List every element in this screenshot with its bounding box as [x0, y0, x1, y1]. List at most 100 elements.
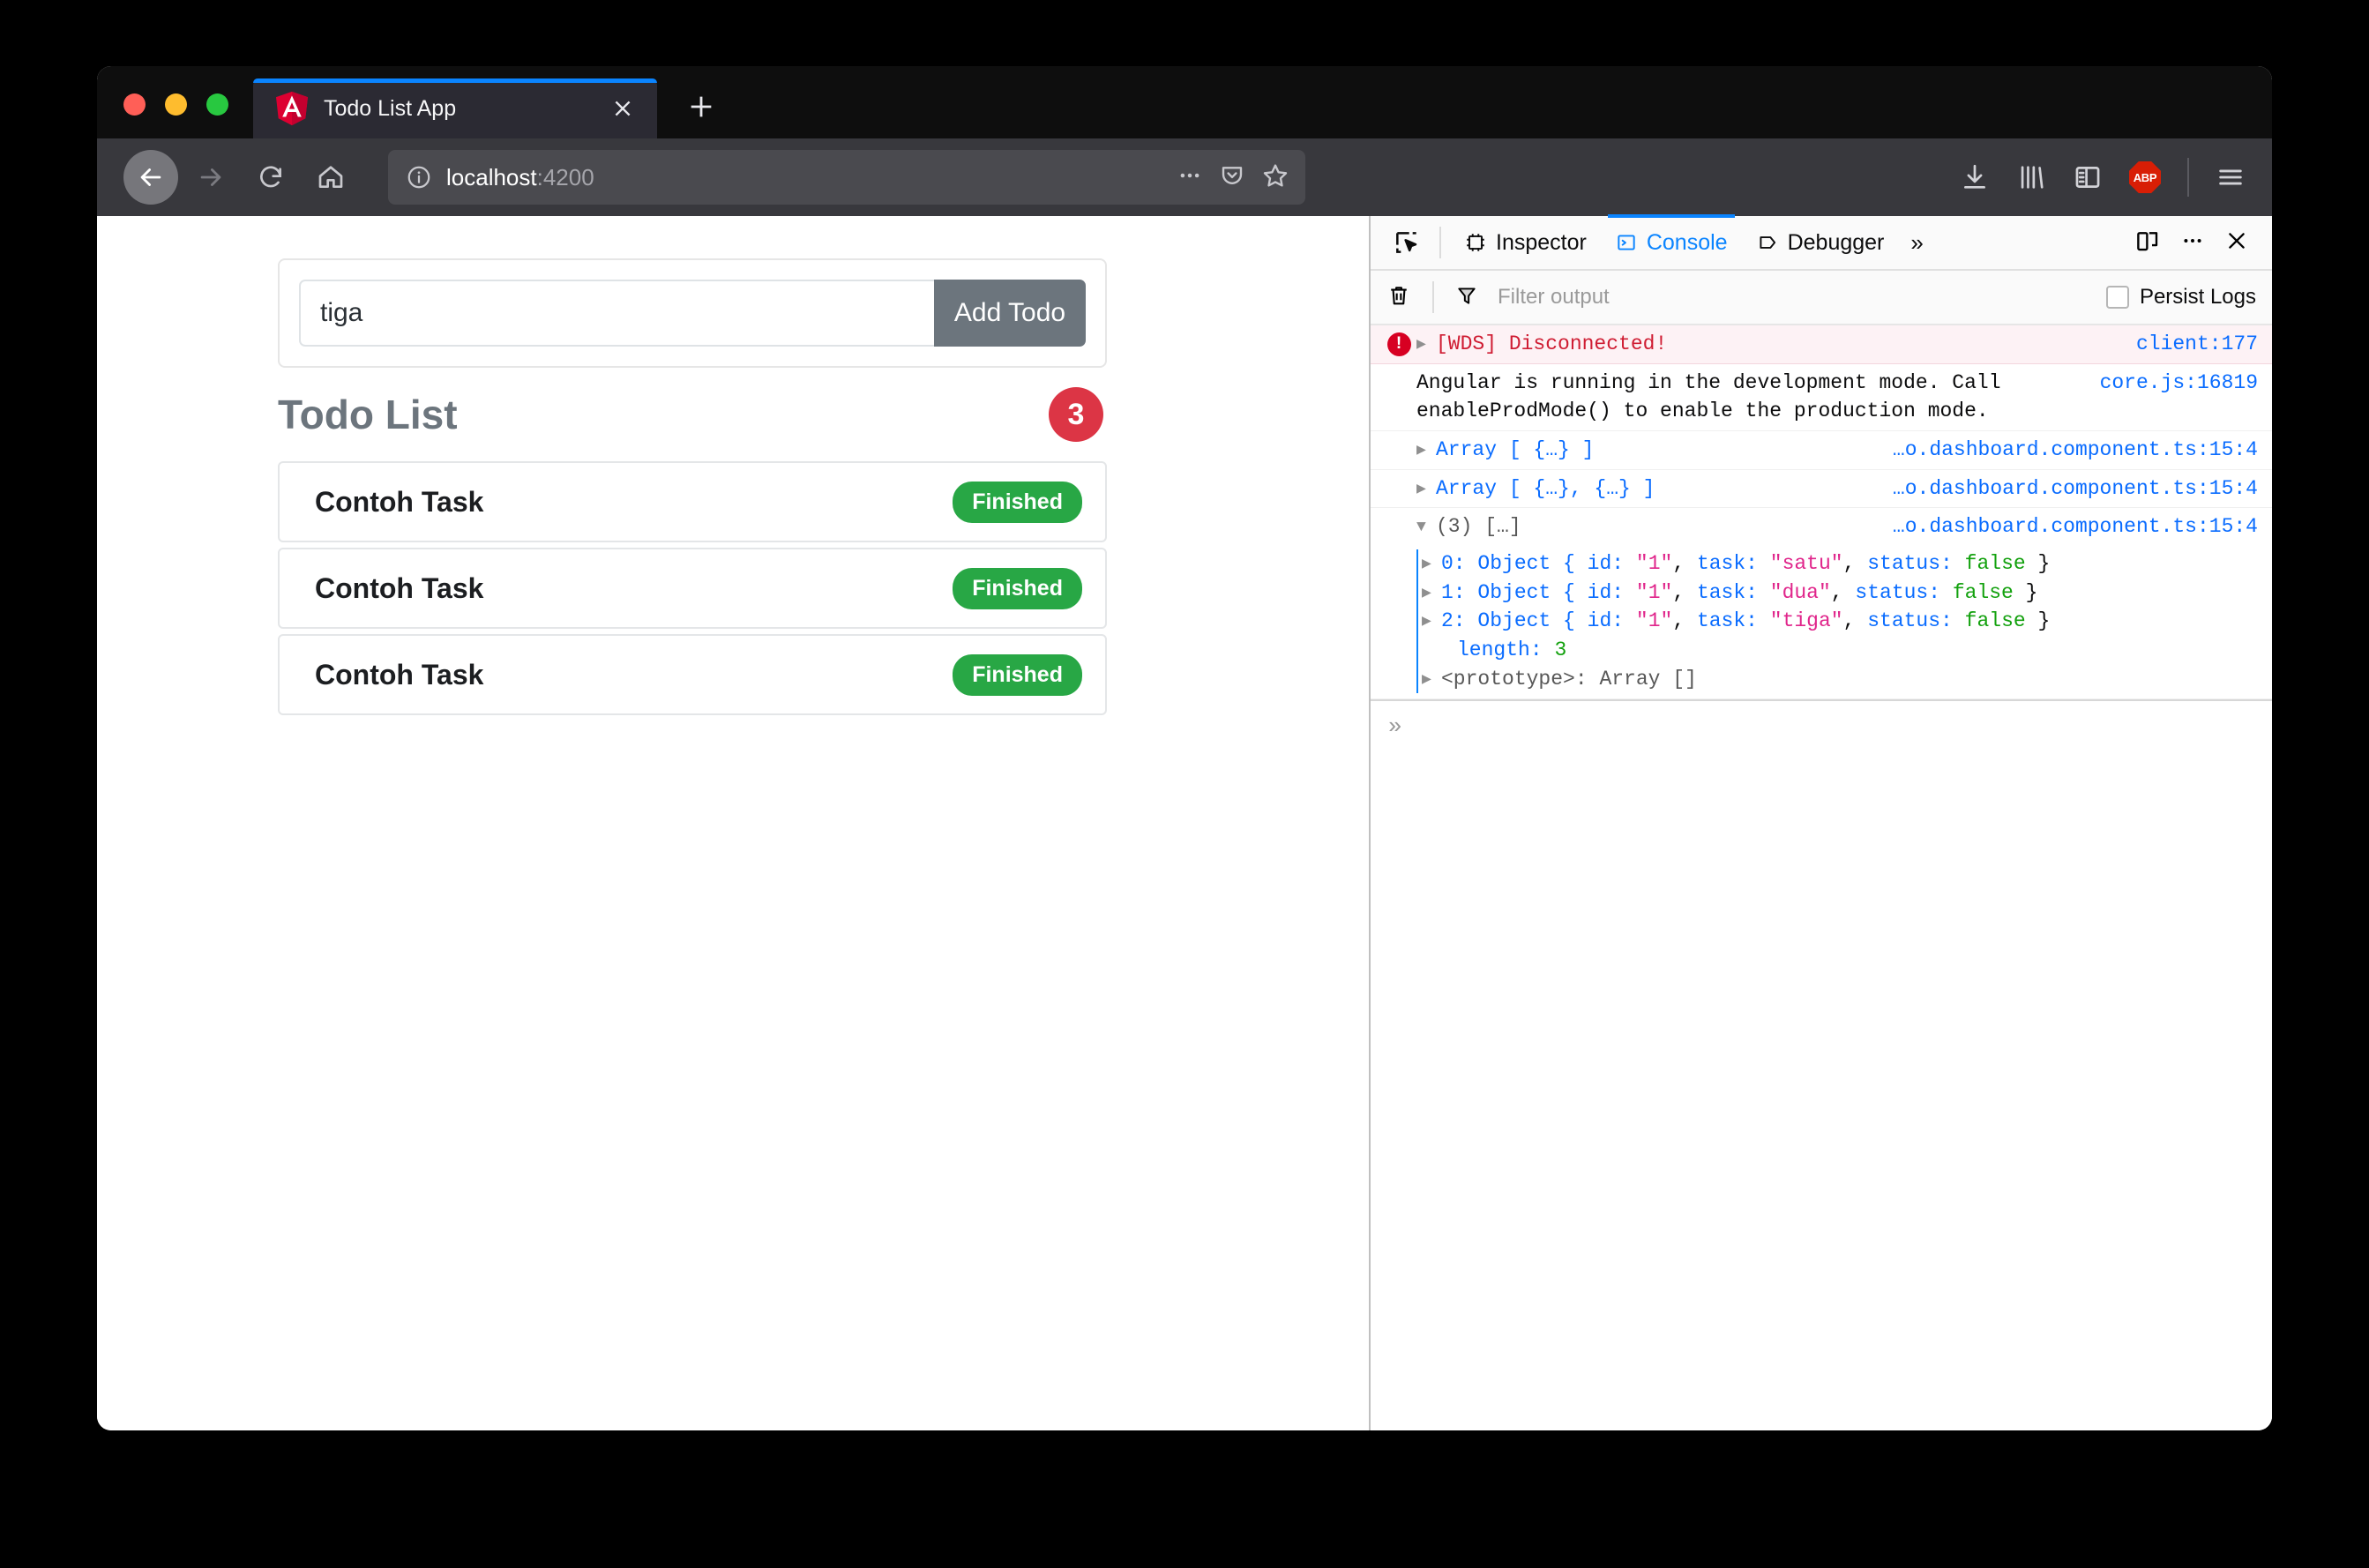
tab-close-icon[interactable]: [608, 93, 638, 123]
console-source-link[interactable]: …o.dashboard.component.ts:15:4: [1877, 436, 2258, 465]
hamburger-menu-icon[interactable]: [2216, 162, 2246, 192]
navigation-toolbar: localhost:4200 ABP: [97, 138, 2272, 216]
todo-list-header: Todo List 3: [278, 387, 1107, 442]
console-message: Array [ {…} ]: [1436, 437, 1595, 461]
address-bar[interactable]: localhost:4200: [388, 150, 1305, 205]
back-button[interactable]: [123, 150, 178, 205]
url-text[interactable]: localhost:4200: [446, 164, 1162, 191]
window-controls: [97, 93, 253, 138]
console-row-error[interactable]: ! ▶ [WDS] Disconnected! client:177: [1371, 325, 2272, 364]
array-entry[interactable]: ▶ 0: Object { id: "1", task: "satu", sta…: [1381, 549, 2258, 579]
todo-item-label: Contoh Task: [315, 485, 484, 518]
forward-button[interactable]: [183, 150, 238, 205]
persist-logs-checkbox[interactable]: [2105, 286, 2129, 309]
toolbar-divider: [1439, 227, 1441, 258]
key-id: id:: [1587, 551, 1625, 575]
console-command-input[interactable]: »: [1371, 699, 2272, 752]
console-row-array[interactable]: ▶ Array [ {…} ] …o.dashboard.component.t…: [1371, 431, 2272, 470]
console-source-link[interactable]: …o.dashboard.component.ts:15:4: [1877, 512, 2258, 541]
inspector-icon: [1467, 234, 1484, 251]
expand-arrow-icon[interactable]: ▶: [1422, 607, 1441, 634]
persist-logs-label: Persist Logs: [2139, 285, 2256, 309]
tab-inspector-label: Inspector: [1496, 229, 1587, 255]
array-index: 1:: [1441, 580, 1466, 604]
devtools-overflow-chevron-icon[interactable]: »: [1898, 229, 1935, 257]
funnel-icon: [1455, 284, 1478, 311]
expand-arrow-icon[interactable]: ▶: [1422, 579, 1441, 606]
key-task: task:: [1696, 580, 1758, 604]
tab-title: Todo List App: [324, 95, 457, 121]
download-icon[interactable]: [1960, 162, 1990, 192]
angular-logo-icon: [276, 91, 308, 126]
reload-button[interactable]: [243, 150, 298, 205]
browser-toolbar-actions: ABP: [1960, 158, 2246, 197]
console-row-array-expanded[interactable]: ▼ (3) […] …o.dashboard.component.ts:15:4: [1371, 508, 2272, 546]
log-icon-spacer: [1381, 474, 1416, 477]
value-status: false: [1964, 609, 2026, 633]
devtools-toolbar-actions: [2134, 228, 2260, 258]
adblock-plus-icon[interactable]: ABP: [2129, 161, 2161, 193]
page-actions-ellipsis-icon[interactable]: [1177, 162, 1203, 193]
sidebar-icon[interactable]: [2073, 162, 2103, 192]
home-button[interactable]: [303, 150, 358, 205]
brace-close: }: [2037, 551, 2051, 575]
value-task: "tiga": [1769, 609, 1843, 633]
bookmark-star-icon[interactable]: [1261, 161, 1289, 194]
library-icon[interactable]: [2016, 162, 2046, 192]
expand-arrow-icon[interactable]: ▶: [1416, 474, 1436, 502]
tab-inspector[interactable]: Inspector: [1450, 216, 1601, 269]
value-id: "1": [1635, 580, 1673, 604]
console-row-array[interactable]: ▶ Array [ {…}, {…} ] …o.dashboard.compon…: [1371, 470, 2272, 509]
console-source-link[interactable]: core.js:16819: [2084, 369, 2258, 398]
console-filter-input[interactable]: [1491, 285, 2094, 310]
add-todo-card: Add Todo: [278, 258, 1107, 368]
close-devtools-icon[interactable]: [2224, 228, 2249, 258]
array-entry[interactable]: ▶ 1: Object { id: "1", task: "dua", stat…: [1381, 578, 2258, 608]
info-circle-icon[interactable]: [406, 164, 432, 190]
value-id: "1": [1635, 609, 1673, 633]
meatball-menu-icon[interactable]: [2180, 228, 2205, 258]
value-status: false: [1964, 551, 2026, 575]
console-message: [WDS] Disconnected!: [1436, 332, 1668, 355]
expand-arrow-icon[interactable]: ▶: [1416, 330, 1436, 357]
console-row-log[interactable]: Angular is running in the development mo…: [1371, 364, 2272, 431]
object-type: Object {: [1477, 551, 1575, 575]
tab-debugger[interactable]: Debugger: [1742, 216, 1899, 269]
brace-close: }: [2037, 609, 2051, 633]
array-prototype-line[interactable]: ▶ <prototype>: Array []: [1381, 664, 2258, 694]
array-index: 0:: [1441, 551, 1466, 575]
url-action-group: [1177, 161, 1289, 194]
persist-logs-toggle[interactable]: Persist Logs: [2105, 285, 2256, 310]
minimize-window-button[interactable]: [165, 93, 187, 116]
trash-icon[interactable]: [1386, 283, 1411, 312]
new-tab-button[interactable]: [676, 82, 726, 131]
console-source-link[interactable]: client:177: [2120, 330, 2258, 359]
todo-item[interactable]: Contoh Task Finished: [278, 548, 1107, 629]
expand-arrow-icon[interactable]: ▶: [1416, 436, 1436, 463]
collapse-arrow-icon[interactable]: ▼: [1416, 512, 1436, 540]
responsive-mode-icon[interactable]: [2134, 228, 2161, 258]
pocket-icon[interactable]: [1219, 162, 1245, 193]
console-source-link[interactable]: …o.dashboard.component.ts:15:4: [1877, 474, 2258, 504]
tab-debugger-label: Debugger: [1787, 229, 1885, 255]
expand-arrow-icon[interactable]: ▶: [1422, 665, 1441, 692]
array-entry[interactable]: ▶ 2: Object { id: "1", task: "tiga", sta…: [1381, 607, 2258, 636]
maximize-window-button[interactable]: [206, 93, 228, 116]
todo-status-badge[interactable]: Finished: [953, 481, 1082, 523]
browser-tab[interactable]: Todo List App: [253, 78, 657, 138]
close-window-button[interactable]: [123, 93, 146, 116]
todo-item-label: Contoh Task: [315, 571, 484, 604]
element-picker-icon[interactable]: [1383, 222, 1431, 263]
tab-console[interactable]: Console: [1601, 214, 1742, 269]
todo-status-badge[interactable]: Finished: [953, 567, 1082, 609]
todo-status-badge[interactable]: Finished: [953, 653, 1082, 696]
todo-text-input[interactable]: [299, 280, 934, 347]
object-type: Object {: [1477, 609, 1575, 633]
console-icon: [1618, 235, 1635, 250]
add-todo-button[interactable]: Add Todo: [934, 280, 1086, 347]
expand-arrow-icon[interactable]: ▶: [1422, 549, 1441, 577]
console-prompt-chevron-icon: »: [1388, 713, 1402, 741]
todo-item[interactable]: Contoh Task Finished: [278, 461, 1107, 542]
todo-item[interactable]: Contoh Task Finished: [278, 634, 1107, 715]
object-type: Object {: [1477, 580, 1575, 604]
